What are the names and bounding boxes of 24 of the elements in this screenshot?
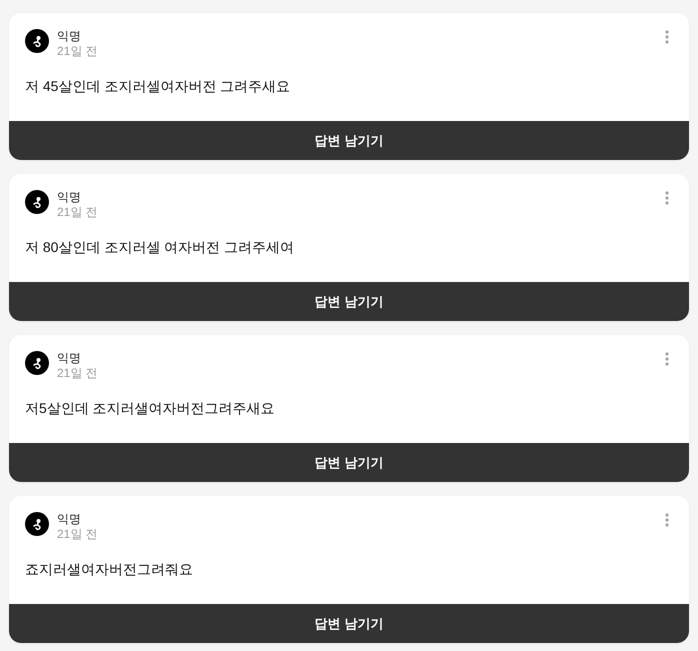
post-time: 21일 전 <box>57 44 98 59</box>
avatar-icon <box>25 190 49 214</box>
author-name: 익명 <box>57 190 82 205</box>
avatar-icon <box>25 29 49 53</box>
post-text: 저5살인데 조지러샐여자버전그려주새요 <box>25 399 276 418</box>
avatar-icon <box>25 512 49 536</box>
post-text: 저 80살인데 조지러셀 여자버전 그려주세여 <box>25 238 296 257</box>
reply-button[interactable]: 답변 남기기 <box>9 443 689 482</box>
kebab-menu-icon <box>665 191 669 205</box>
reply-button[interactable]: 답변 남기기 <box>9 604 689 643</box>
post-time: 21일 전 <box>57 366 98 381</box>
reply-button[interactable]: 답변 남기기 <box>9 121 689 160</box>
author-name: 익명 <box>57 351 82 366</box>
kebab-menu-icon <box>665 513 669 527</box>
author-name: 익명 <box>57 512 82 527</box>
author-name: 익명 <box>57 29 82 44</box>
post-time: 21일 전 <box>57 205 98 220</box>
post-time: 21일 전 <box>57 527 98 542</box>
post-text: 저 45살인데 조지러셀여자버전 그려주새요 <box>25 77 292 96</box>
post-text: 죠지러샐여자버전그려줘요 <box>25 560 194 579</box>
kebab-menu-icon <box>665 30 669 44</box>
kebab-menu-icon <box>665 352 669 366</box>
avatar-icon <box>25 351 49 375</box>
reply-button[interactable]: 답변 남기기 <box>9 282 689 321</box>
